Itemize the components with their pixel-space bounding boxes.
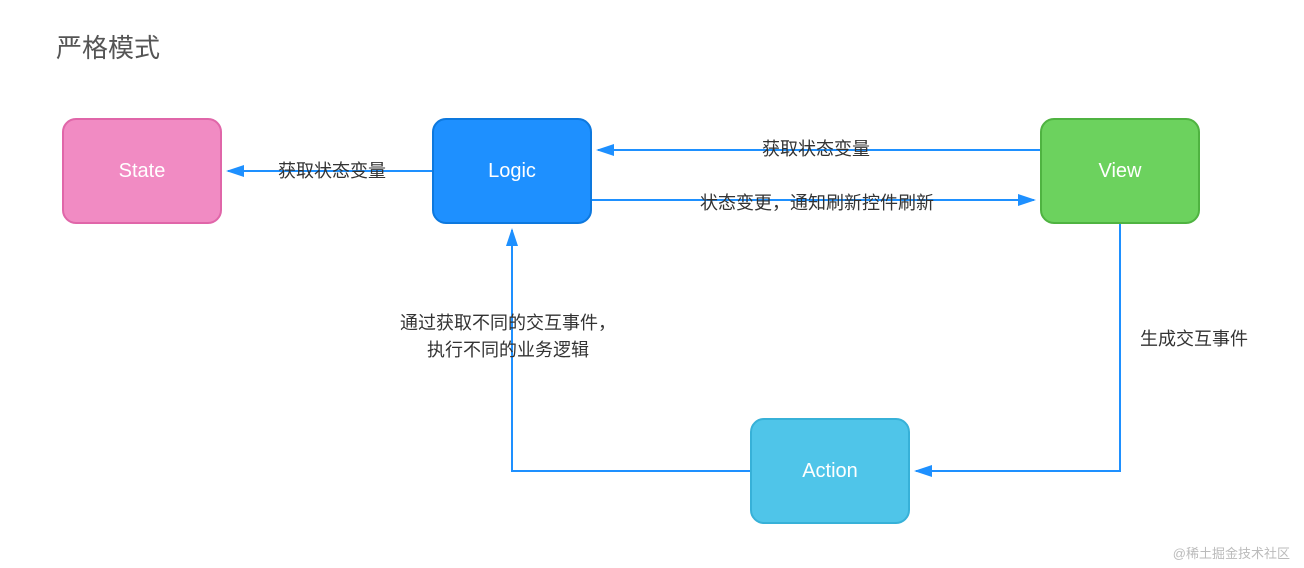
label-logic-to-state: 获取状态变量: [278, 158, 386, 185]
node-state-label: State: [119, 160, 166, 183]
node-view: View: [1040, 118, 1200, 224]
label-action-to-logic-line2: 执行不同的业务逻辑: [400, 337, 616, 364]
node-action-label: Action: [802, 460, 858, 483]
label-action-to-logic-line1: 通过获取不同的交互事件，: [400, 310, 616, 337]
diagram-title: 严格模式: [56, 28, 160, 65]
label-view-to-logic: 获取状态变量: [762, 136, 870, 163]
edge-view-to-action: [916, 224, 1120, 471]
node-logic: Logic: [432, 118, 592, 224]
label-view-to-action: 生成交互事件: [1140, 326, 1248, 353]
node-view-label: View: [1099, 160, 1142, 183]
arrows-layer: [0, 0, 1304, 568]
node-logic-label: Logic: [488, 160, 536, 183]
watermark: @稀土掘金技术社区: [1173, 543, 1290, 562]
node-state: State: [62, 118, 222, 224]
diagram-canvas: 严格模式 State Logic View Action 获取状态变量 获取状态…: [0, 0, 1304, 568]
label-logic-to-view: 状态变更，通知刷新控件刷新: [700, 190, 934, 217]
label-action-to-logic: 通过获取不同的交互事件， 执行不同的业务逻辑: [400, 310, 616, 364]
node-action: Action: [750, 418, 910, 524]
